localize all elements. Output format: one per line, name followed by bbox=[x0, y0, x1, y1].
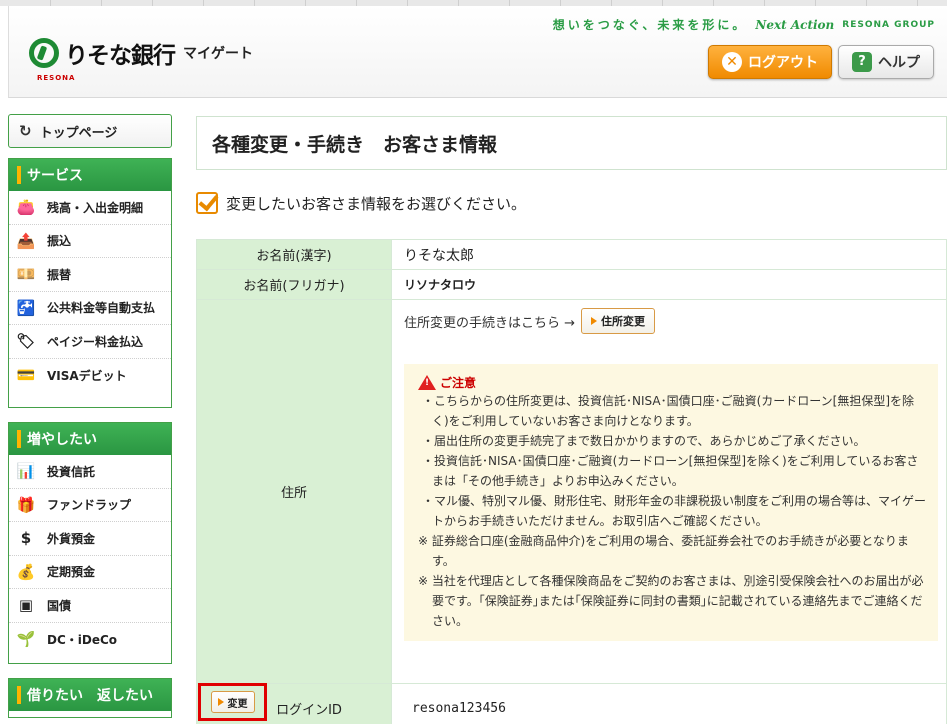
list-item: ・届出住所の変更手続完了まで数日かかりますので、あらかじめご了承ください。 bbox=[422, 434, 866, 448]
sidebar-item-bond[interactable]: ▣ 国債 bbox=[9, 589, 171, 623]
logo-sub: RESONA bbox=[37, 74, 76, 82]
caution-box: ! ご注意 ・こちらからの住所変更は、投資信託･NISA･国債口座･ご融資(カー… bbox=[404, 364, 938, 641]
gift-icon: 🎁 bbox=[16, 495, 36, 514]
table-row: 住所 住所変更の手続きはこちら → 住所変更 ! ご注意 ・こちらからの住所変更… bbox=[196, 299, 947, 684]
change-button-highlight: 変更 bbox=[198, 683, 267, 721]
sidebar-item-label: 公共料金等自動支払 bbox=[47, 301, 156, 316]
resona-logo-icon: RESONA bbox=[29, 38, 74, 82]
grow-heading: 増やしたい bbox=[9, 423, 171, 455]
borrow-menu: 借りたい 返したい bbox=[8, 678, 172, 718]
sidebar-item-label: 国債 bbox=[47, 598, 72, 613]
list-item: ・投資信託･NISA･国債口座･ご融資(カードローン[無担保型]を除く)をご利用… bbox=[422, 454, 919, 488]
change-label: 変更 bbox=[227, 698, 248, 710]
instruction-text: 変更したいお客さま情報をお選びください。 bbox=[226, 194, 527, 213]
warning-icon: ! bbox=[418, 375, 436, 390]
note-item: ※ 当社を代理店として各種保険商品をご契約のお客さまは、別途引受保険会社へのお届… bbox=[418, 574, 924, 628]
slogan-text: 想いをつなぐ、未来を形に。 bbox=[552, 18, 748, 32]
address-change-line: 住所変更の手続きはこちら → 住所変更 bbox=[404, 308, 938, 334]
address-cell: 住所変更の手続きはこちら → 住所変更 ! ご注意 ・こちらからの住所変更は、投… bbox=[391, 299, 947, 684]
faucet-icon: 🚰 bbox=[16, 298, 36, 317]
sidebar-item-label: 投資信託 bbox=[47, 464, 96, 479]
table-row: ログインID resona123456 bbox=[196, 683, 947, 724]
money-bag-icon: 💰 bbox=[16, 562, 36, 581]
sidebar: ↻ トップページ サービス 👛 残高・入出金明細 📤 振込 💴 振替 🚰 公共料金等自動支払 🏷… bbox=[8, 114, 172, 718]
debit-card-icon: 💳 bbox=[16, 366, 36, 385]
checkbox-icon bbox=[196, 192, 218, 214]
sidebar-item-exchange[interactable]: 💴 振替 bbox=[9, 258, 171, 292]
sidebar-item-payeasy[interactable]: 🏷 ペイジー料金払込 bbox=[9, 325, 171, 359]
name-kana-value: リソナタロウ bbox=[391, 269, 947, 300]
question-icon: ? bbox=[852, 52, 872, 72]
sidebar-item-gift[interactable]: 🎁 ファンドラップ bbox=[9, 489, 171, 522]
list-item: ・こちらからの住所変更は、投資信託･NISA･国債口座･ご融資(カードローン[無… bbox=[422, 394, 915, 428]
sidebar-item-label: VISAデビット bbox=[47, 368, 127, 383]
sprout-icon: 🌱 bbox=[16, 630, 36, 649]
caution-notes: ※ 証券総合口座(金融商品仲介)をご利用の場合、委託証券会社でのお手続きが必要と… bbox=[418, 531, 926, 631]
services-menu: サービス 👛 残高・入出金明細 📤 振込 💴 振替 🚰 公共料金等自動支払 🏷 ペイジー料金払込 💳… bbox=[8, 158, 172, 408]
sidebar-item-debit-card[interactable]: 💳 VISAデビット bbox=[9, 359, 171, 393]
list-item: ・マル優、特別マル優、財形住宅、財形年金の非課税扱い制度をご利用の場合等は、マイ… bbox=[422, 494, 927, 528]
change-button[interactable]: 変更 bbox=[210, 691, 255, 713]
sidebar-item-label: ファンドラップ bbox=[47, 498, 132, 513]
sidebar-item-dollar[interactable]: $ 外貨預金 bbox=[9, 522, 171, 556]
sidebar-item-wallet[interactable]: 👛 残高・入出金明細 bbox=[9, 191, 171, 225]
name-kanji-label: お名前(漢字) bbox=[196, 239, 392, 270]
sidebar-item-faucet[interactable]: 🚰 公共料金等自動支払 bbox=[9, 292, 171, 325]
close-circle-icon: ✕ bbox=[722, 52, 742, 72]
table-row: お名前(漢字) りそな太郎 bbox=[196, 239, 947, 270]
bar-chart-icon: 📊 bbox=[16, 462, 36, 481]
sidebar-item-bar-chart[interactable]: 📊 投資信託 bbox=[9, 455, 171, 489]
transfer-icon: 📤 bbox=[16, 231, 36, 250]
address-link-text: 住所変更の手続きはこちら → bbox=[404, 315, 576, 331]
exchange-icon: 💴 bbox=[16, 265, 36, 284]
slogan: 想いをつなぐ、未来を形に。 Next Action RESONA GROUP bbox=[553, 16, 935, 33]
top-page-button[interactable]: ↻ トップページ bbox=[8, 114, 172, 148]
sidebar-item-label: 残高・入出金明細 bbox=[47, 200, 144, 215]
wallet-icon: 👛 bbox=[16, 198, 36, 217]
table-row: お名前(フリガナ) リソナタロウ bbox=[196, 269, 947, 300]
logo-name: りそな銀行 bbox=[65, 43, 176, 69]
grow-menu: 増やしたい 📊 投資信託 🎁 ファンドラップ $ 外貨預金 💰 定期預金 ▣ 国債 🌱 DC・iDeC… bbox=[8, 422, 172, 664]
caution-title-text: ご注意 bbox=[440, 376, 477, 390]
dollar-icon: $ bbox=[20, 529, 32, 548]
slogan-group: RESONA GROUP bbox=[842, 19, 935, 30]
logo-mygate: マイゲート bbox=[183, 46, 253, 62]
sidebar-item-sprout[interactable]: 🌱 DC・iDeCo bbox=[9, 623, 171, 657]
name-kanji-value: りそな太郎 bbox=[391, 239, 947, 270]
borrow-heading: 借りたい 返したい bbox=[9, 679, 171, 711]
help-label: ヘルプ bbox=[878, 55, 920, 71]
caution-list: ・こちらからの住所変更は、投資信託･NISA･国債口座･ご融資(カードローン[無… bbox=[418, 391, 926, 531]
services-heading: サービス bbox=[9, 159, 171, 191]
play-icon bbox=[217, 698, 224, 706]
help-button[interactable]: ? ヘルプ bbox=[838, 45, 934, 79]
bond-icon: ▣ bbox=[18, 596, 34, 615]
sidebar-item-label: 外貨預金 bbox=[47, 531, 96, 546]
page-title: 各種変更・手続き お客さま情報 bbox=[196, 116, 947, 170]
sidebar-item-label: 振込 bbox=[47, 234, 72, 249]
address-label: 住所 bbox=[196, 299, 392, 684]
caution-title: ! ご注意 bbox=[418, 374, 926, 391]
address-change-label: 住所変更 bbox=[601, 315, 646, 328]
address-change-button[interactable]: 住所変更 bbox=[581, 308, 656, 334]
name-kana-label: お名前(フリガナ) bbox=[196, 269, 392, 300]
sidebar-item-label: DC・iDeCo bbox=[47, 632, 118, 647]
sidebar-item-label: ペイジー料金払込 bbox=[47, 334, 144, 349]
sidebar-item-label: 振替 bbox=[47, 267, 72, 282]
customer-info-table: お名前(漢字) りそな太郎 お名前(フリガナ) リソナタロウ 住所 住所変更の手… bbox=[196, 239, 947, 724]
logout-button[interactable]: ✕ ログアウト bbox=[708, 45, 832, 79]
main-content: 各種変更・手続き お客さま情報 変更したいお客さま情報をお選びください。 お名前… bbox=[196, 116, 947, 724]
logo[interactable]: RESONA りそな銀行 マイゲート bbox=[29, 36, 253, 82]
logout-label: ログアウト bbox=[748, 55, 818, 71]
sidebar-item-label: 定期預金 bbox=[47, 565, 96, 580]
top-page-label: トップページ bbox=[39, 125, 118, 141]
sidebar-item-money-bag[interactable]: 💰 定期預金 bbox=[9, 556, 171, 589]
note-item: ※ 証券総合口座(金融商品仲介)をご利用の場合、委託証券会社でのお手続きが必要と… bbox=[418, 534, 909, 568]
payeasy-icon: 🏷 bbox=[16, 332, 36, 351]
sidebar-item-transfer[interactable]: 📤 振込 bbox=[9, 225, 171, 258]
refresh-icon: ↻ bbox=[19, 122, 32, 140]
login-id-value: resona123456 bbox=[391, 683, 947, 724]
play-icon bbox=[591, 317, 598, 325]
instruction: 変更したいお客さま情報をお選びください。 bbox=[196, 188, 947, 218]
slogan-next-action: Next Action bbox=[755, 17, 835, 32]
